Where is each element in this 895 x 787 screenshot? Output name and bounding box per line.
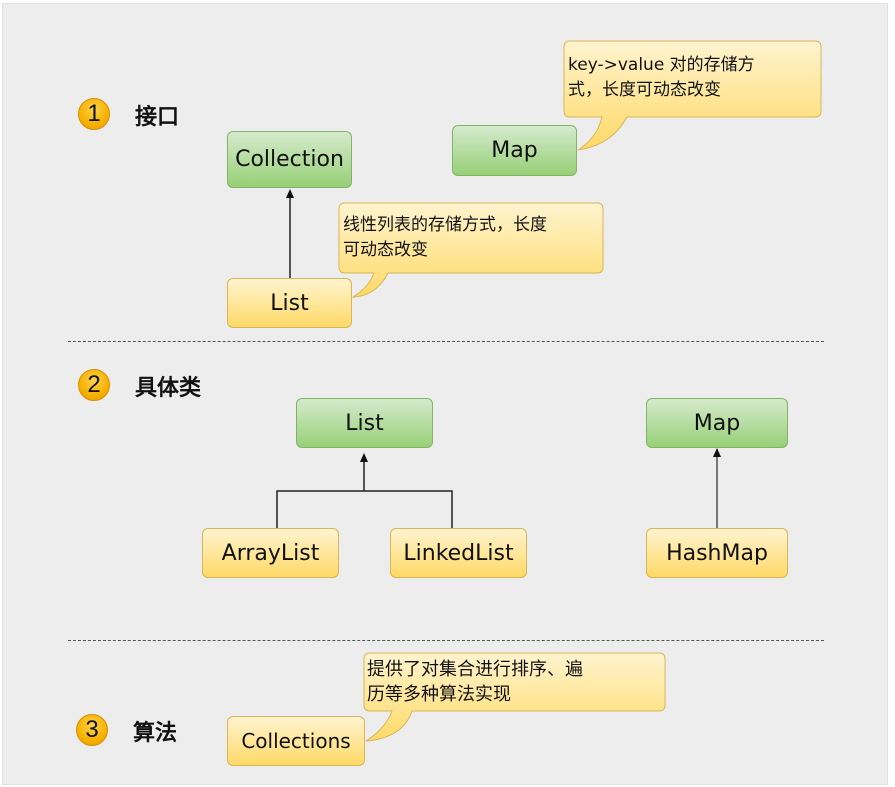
section-divider (68, 640, 824, 641)
list-note-text: 线性列表的存储方式，长度 可动态改变 (343, 215, 547, 260)
arraylist-node[interactable]: ArrayList (202, 528, 339, 578)
section-1-number: 1 (87, 100, 101, 127)
section-3-number: 3 (85, 716, 99, 743)
list-class-node[interactable]: List (296, 398, 433, 448)
section-2-number: 2 (87, 371, 101, 398)
hashmap-node[interactable]: HashMap (646, 528, 788, 578)
linkedlist-node[interactable]: LinkedList (390, 528, 527, 578)
section-3-title: 算法 (133, 721, 178, 746)
arrowhead-icon (286, 189, 294, 198)
collections-node[interactable]: Collections (227, 716, 365, 766)
map-class-node[interactable]: Map (646, 398, 788, 448)
section-2-badge: 2 (78, 369, 110, 401)
map-interface-node[interactable]: Map (452, 125, 577, 176)
map-note-text: key->value 对的存储方 式，长度可动态改变 (568, 55, 755, 100)
arrowhead-icon (713, 448, 721, 457)
section-3-badge: 3 (76, 714, 108, 746)
section-2-title: 具体类 (135, 376, 202, 401)
section-divider (68, 341, 824, 342)
collections-note-text: 提供了对集合进行排序、遍 历等多种算法实现 (367, 659, 583, 705)
collection-interface-node[interactable]: Collection (227, 131, 352, 188)
section-1-badge: 1 (78, 98, 110, 130)
list-interface-node[interactable]: List (227, 278, 352, 328)
impl-to-list-connector (276, 490, 453, 528)
arrowhead-icon (360, 453, 368, 462)
section-1-title: 接口 (135, 105, 180, 130)
